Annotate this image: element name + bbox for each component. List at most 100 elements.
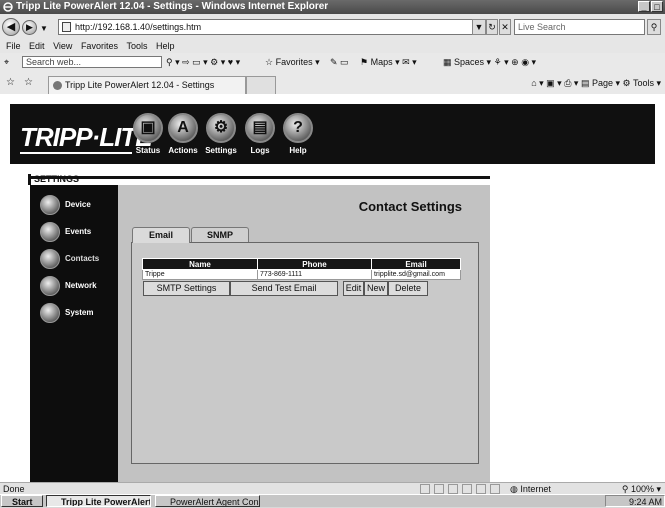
- zoom-level: 100%: [630, 484, 654, 494]
- favorites-link[interactable]: ☆ Favorites ▾: [265, 53, 320, 72]
- device-icon: [40, 195, 60, 215]
- spaces-link[interactable]: ▦ Spaces ▾ ⚘ ▾ ⊕ ◉ ▾: [443, 53, 536, 72]
- help-icon: ?: [283, 113, 313, 143]
- tab-snmp[interactable]: SNMP: [191, 227, 249, 242]
- toolbar-edit-icon[interactable]: ✎ ▭: [330, 53, 349, 72]
- menu-edit[interactable]: Edit: [29, 41, 45, 51]
- new-tab-button[interactable]: [246, 76, 276, 94]
- section-label: SETTINGS: [28, 174, 79, 185]
- actions-icon: A: [168, 113, 198, 143]
- feeds-icon[interactable]: ▣ ▾: [546, 78, 562, 88]
- network-icon: [40, 276, 60, 296]
- menu-bar: File Edit View Favorites Tools Help: [0, 40, 665, 53]
- globe-icon: ◍: [510, 484, 521, 494]
- print-icon[interactable]: ⎙ ▾: [564, 78, 578, 88]
- menu-tools[interactable]: Tools: [126, 41, 147, 51]
- zone-label: Internet: [520, 484, 551, 494]
- nav-logs[interactable]: ▤ Logs: [242, 113, 278, 163]
- system-tray: 9:24 AM: [605, 495, 665, 507]
- menu-favorites[interactable]: Favorites: [81, 41, 118, 51]
- taskbar-item-agent-console[interactable]: PowerAlert Agent Consol...: [155, 495, 260, 507]
- logs-icon: ▤: [245, 113, 275, 143]
- sidebar-item-network[interactable]: Network: [40, 276, 120, 296]
- send-test-email-button[interactable]: Send Test Email: [230, 281, 338, 296]
- start-button[interactable]: Start: [1, 495, 43, 507]
- menu-view[interactable]: View: [53, 41, 72, 51]
- contacts-icon: [40, 249, 60, 269]
- address-input[interactable]: http://192.168.1.40/settings.htm: [58, 19, 482, 35]
- smtp-settings-button[interactable]: SMTP Settings: [143, 281, 230, 296]
- tools-menu[interactable]: ⚙ Tools ▾: [623, 78, 661, 88]
- command-bar: ⌂ ▾ ▣ ▾ ⎙ ▾ ▤ Page ▾ ⚙ Tools ▾: [531, 76, 661, 90]
- edit-button[interactable]: Edit: [343, 281, 364, 296]
- tab-page-icon: [53, 81, 62, 90]
- toolbar-search-icon[interactable]: ⚲ ▾ ⇨ ▭ ▾ ⚙ ▾ ♥ ▾: [166, 53, 240, 72]
- sidebar-item-device[interactable]: Device: [40, 195, 120, 215]
- browser-tab-title: Tripp Lite PowerAlert 12.04 - Settings: [65, 80, 215, 90]
- sidebar-item-events[interactable]: Events: [40, 222, 120, 242]
- events-icon: [40, 222, 60, 242]
- home-icon[interactable]: ⌂ ▾: [531, 78, 543, 88]
- sidebar-item-contacts[interactable]: Contacts: [40, 249, 120, 269]
- window-title: Tripp Lite PowerAlert 12.04 - Settings -…: [16, 1, 329, 12]
- app-header: TRIPP·LITE ▣ Status A Actions ⚙ Settings…: [10, 104, 655, 164]
- minimize-button[interactable]: _: [638, 1, 650, 12]
- contact-name-cell: Trippe: [142, 269, 258, 280]
- contact-phone-cell: 773-869-1111: [257, 269, 372, 280]
- maps-label: Maps: [370, 57, 393, 67]
- page-icon: [62, 22, 71, 32]
- nav-settings[interactable]: ⚙ Settings: [203, 113, 239, 163]
- page-menu-label: Page: [591, 78, 613, 88]
- sidebar-item-system[interactable]: System: [40, 303, 120, 323]
- ie-icon: [3, 2, 13, 12]
- page-menu[interactable]: ▤ Page ▾: [581, 78, 620, 88]
- stop-button[interactable]: ✕: [499, 19, 511, 35]
- sidebar-item-label: System: [65, 308, 94, 317]
- tab-email[interactable]: Email: [132, 227, 190, 243]
- browser-tab[interactable]: Tripp Lite PowerAlert 12.04 - Settings: [48, 76, 246, 94]
- sidebar-item-label: Network: [65, 281, 97, 290]
- add-favorites-icon[interactable]: ☆: [24, 77, 33, 88]
- address-dropdown-button[interactable]: ▼: [472, 19, 486, 35]
- page-title: Contact Settings: [358, 199, 462, 214]
- table-row[interactable]: Trippe 773-869-1111 tripplite.sd@gmail.c…: [142, 269, 461, 280]
- taskbar: Start Tripp Lite PowerAlert ... PowerAle…: [0, 494, 665, 507]
- delete-button[interactable]: Delete: [388, 281, 428, 296]
- live-search-input[interactable]: Live Search: [514, 19, 645, 35]
- forward-button[interactable]: ▶: [22, 20, 37, 35]
- sidebar-item-label: Events: [65, 227, 92, 236]
- back-button[interactable]: ◀: [2, 18, 20, 36]
- spaces-label: Spaces: [454, 57, 485, 67]
- search-button[interactable]: ⚲: [647, 19, 661, 35]
- contacts-panel: Name Phone Email Trippe 773-869-1111 tri…: [131, 242, 479, 464]
- restore-button[interactable]: □: [651, 1, 663, 12]
- sidebar-item-label: Device: [65, 200, 91, 209]
- address-toolbar: ◀ ▶ ▼ http://192.168.1.40/settings.htm ▼…: [0, 14, 665, 40]
- nav-status[interactable]: ▣ Status: [130, 113, 166, 163]
- nav-help[interactable]: ? Help: [280, 113, 316, 163]
- tools-menu-label: Tools: [632, 78, 654, 88]
- window-title-bar[interactable]: Tripp Lite PowerAlert 12.04 - Settings -…: [0, 0, 665, 14]
- search-web-input[interactable]: Search web...: [22, 56, 162, 68]
- new-button[interactable]: New: [364, 281, 388, 296]
- nav-logs-label: Logs: [250, 146, 270, 155]
- column-header-email: Email: [371, 258, 461, 270]
- address-text: http://192.168.1.40/settings.htm: [75, 22, 202, 32]
- history-dropdown-icon[interactable]: ▼: [40, 24, 48, 33]
- nav-status-label: Status: [135, 146, 161, 155]
- refresh-button[interactable]: ↻: [486, 19, 498, 35]
- contacts-table: Name Phone Email Trippe 773-869-1111 tri…: [142, 258, 461, 280]
- favorites-star-icon[interactable]: ☆: [6, 77, 15, 88]
- nav-actions[interactable]: A Actions: [165, 113, 201, 163]
- menu-file[interactable]: File: [6, 41, 21, 51]
- taskbar-item-poweralert[interactable]: Tripp Lite PowerAlert ...: [46, 495, 151, 507]
- maps-link[interactable]: ⚑ Maps ▾ ✉ ▾: [360, 53, 417, 72]
- column-header-phone: Phone: [257, 258, 372, 270]
- menu-help[interactable]: Help: [156, 41, 175, 51]
- favorites-label: Favorites: [275, 57, 313, 67]
- table-header-row: Name Phone Email: [142, 258, 461, 270]
- toolbar-icon: ⌖: [4, 57, 10, 67]
- sidebar: Device Events Contacts Network System: [30, 185, 118, 482]
- nav-help-label: Help: [289, 146, 307, 155]
- sidebar-item-label: Contacts: [65, 254, 100, 263]
